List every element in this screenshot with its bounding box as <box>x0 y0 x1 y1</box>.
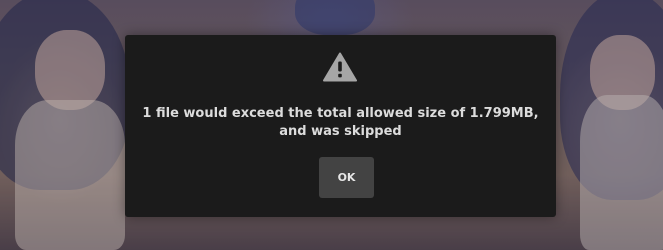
alert-dialog: 1 file would exceed the total allowed si… <box>125 35 556 217</box>
warning-triangle-icon <box>323 52 357 82</box>
alert-message: 1 file would exceed the total allowed si… <box>142 106 539 139</box>
ok-button[interactable]: OK <box>319 157 374 198</box>
